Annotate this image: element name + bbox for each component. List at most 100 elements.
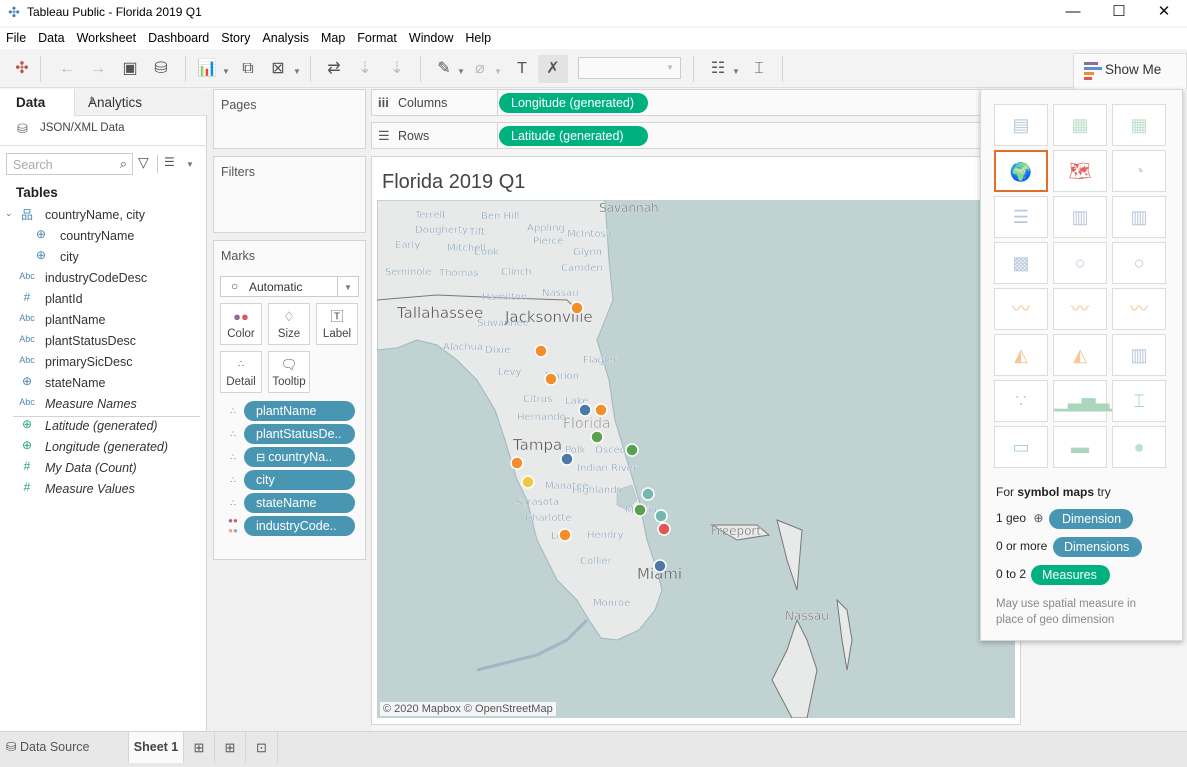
show-me-packed-bubbles[interactable]: ● bbox=[1112, 426, 1166, 468]
field-plantName[interactable]: Abc plantName bbox=[0, 310, 207, 331]
menu-story[interactable]: Story bbox=[215, 28, 256, 45]
filter-icon[interactable]: ▽ bbox=[138, 154, 149, 171]
new-worksheet-icon[interactable]: 📊 bbox=[195, 58, 219, 80]
field-plantStatusDesc[interactable]: Abc plantStatusDesc bbox=[0, 331, 207, 352]
map-mark-lake-east[interactable] bbox=[594, 403, 608, 417]
detail-icon[interactable]: ∴ bbox=[223, 470, 243, 490]
new-worksheet-tab-icon[interactable]: ⊞ bbox=[184, 732, 215, 763]
map-attribution[interactable]: © 2020 Mapbox © OpenStreetMap bbox=[380, 702, 556, 716]
map-canvas[interactable]: SavannahTerrell Ben HillApplingDougherty T… bbox=[377, 200, 1015, 718]
menu-file[interactable]: File bbox=[0, 28, 32, 45]
color-button[interactable]: ●● Color bbox=[220, 303, 262, 345]
show-me-treemap[interactable]: ▩ bbox=[994, 242, 1048, 284]
size-button[interactable]: ♢ Size bbox=[268, 303, 310, 345]
highlight-dropdown-icon[interactable]: ▼ bbox=[457, 67, 465, 76]
show-me-lines-discrete[interactable]: 〰 bbox=[1053, 288, 1107, 330]
worksheet-title[interactable]: Florida 2019 Q1 bbox=[382, 171, 525, 194]
menu-map[interactable]: Map bbox=[315, 28, 351, 45]
field-longitude[interactable]: ⊕ Longitude (generated) bbox=[0, 437, 207, 458]
show-me-button[interactable]: Show Me bbox=[1073, 53, 1187, 89]
show-me-stacked-bars[interactable]: ▥ bbox=[1053, 196, 1107, 238]
map-mark-alachua[interactable] bbox=[534, 344, 548, 358]
field-plantId[interactable]: # plantId bbox=[0, 289, 207, 310]
menu-worksheet[interactable]: Worksheet bbox=[71, 28, 143, 45]
minimize-button[interactable]: — bbox=[1050, 0, 1096, 26]
menu-dashboard[interactable]: Dashboard bbox=[142, 28, 215, 45]
collapse-icon[interactable]: ⊟ bbox=[256, 452, 268, 464]
new-dashboard-tab-icon[interactable]: ⊞ bbox=[215, 732, 246, 763]
show-me-horizontal-bars[interactable]: ☰ bbox=[994, 196, 1048, 238]
columns-pill-longitude[interactable]: Longitude (generated) bbox=[499, 93, 648, 113]
field-stateName[interactable]: ⊕ stateName bbox=[0, 373, 207, 394]
show-me-heat-map[interactable]: ▦ bbox=[1053, 104, 1107, 146]
detail-button[interactable]: ∴ Detail bbox=[220, 351, 262, 393]
mark-type-dropdown[interactable]: ○ Automatic ▼ bbox=[220, 276, 359, 297]
map-mark-martin[interactable] bbox=[633, 503, 647, 517]
show-me-dual-lines[interactable]: 〰 bbox=[1112, 288, 1166, 330]
map-mark-pinellas[interactable] bbox=[510, 456, 524, 470]
field-measure-names[interactable]: Abc Measure Names bbox=[0, 394, 207, 415]
map-mark-lee[interactable] bbox=[558, 528, 572, 542]
redo-icon[interactable]: → bbox=[86, 58, 110, 80]
field-hierarchy[interactable]: ⌄ 品 countryName, city bbox=[0, 205, 207, 226]
map-mark-orange[interactable] bbox=[590, 430, 604, 444]
menu-window[interactable]: Window bbox=[403, 28, 459, 45]
map-view[interactable]: Savannah Terrell Ben Hill Appling Dougherty T… bbox=[377, 200, 1015, 718]
show-me-text-table[interactable]: ▤ bbox=[994, 104, 1048, 146]
highlight-icon[interactable]: ✎ bbox=[432, 58, 456, 80]
mark-pill-plantStatusDesc[interactable]: plantStatusDe.. bbox=[244, 424, 355, 444]
map-mark-st-lucie[interactable] bbox=[641, 487, 655, 501]
view-dropdown-icon[interactable]: ▼ bbox=[186, 160, 194, 169]
map-mark-manatee[interactable] bbox=[521, 475, 535, 489]
tab-sheet-1[interactable]: Sheet 1 bbox=[128, 732, 184, 763]
show-me-area-discrete[interactable]: ◭ bbox=[1053, 334, 1107, 376]
tooltip-button[interactable]: 🗨 Tooltip bbox=[268, 351, 310, 393]
new-worksheet-dropdown-icon[interactable]: ▼ bbox=[222, 67, 230, 76]
attach-dropdown-icon[interactable]: ▼ bbox=[494, 67, 502, 76]
show-cards-icon[interactable]: ☷ bbox=[706, 58, 730, 80]
menu-analysis[interactable]: Analysis bbox=[256, 28, 315, 45]
pages-card[interactable]: Pages bbox=[213, 89, 366, 149]
tableau-home-icon[interactable]: ✣ bbox=[10, 58, 34, 80]
duplicate-sheet-icon[interactable]: ⧉ bbox=[236, 58, 260, 80]
fit-dropdown[interactable]: ▼ bbox=[578, 57, 681, 79]
close-button[interactable]: ✕ bbox=[1141, 0, 1187, 26]
chevron-down-icon[interactable]: ⌄ bbox=[5, 208, 13, 219]
sort-ascending-icon[interactable]: ⇣ bbox=[353, 58, 377, 80]
filters-card[interactable]: Filters bbox=[213, 156, 366, 233]
map-mark-marion[interactable] bbox=[544, 372, 558, 386]
map-mark-palm-beach-n[interactable] bbox=[654, 509, 668, 523]
view-list-icon[interactable]: ☰ bbox=[164, 155, 175, 169]
show-me-box-and-whisker[interactable]: ⌶ bbox=[1112, 380, 1166, 422]
show-me-gantt-chart[interactable]: ▭ bbox=[994, 426, 1048, 468]
map-mark-lake[interactable] bbox=[578, 403, 592, 417]
sort-descending-icon[interactable]: ⇣ bbox=[385, 58, 409, 80]
maximize-button[interactable]: ☐ bbox=[1096, 0, 1142, 26]
map-mark-polk[interactable] bbox=[560, 452, 574, 466]
map-mark-brevard[interactable] bbox=[625, 443, 639, 457]
show-me-pie-chart[interactable]: ◔ bbox=[1112, 150, 1166, 192]
field-countryName[interactable]: ⊕ countryName bbox=[0, 226, 207, 247]
label-button[interactable]: 🅃 Label bbox=[316, 303, 358, 345]
swap-rows-columns-icon[interactable]: ⇄ bbox=[322, 58, 346, 80]
show-me-filled-map[interactable]: 🗺 bbox=[1053, 150, 1107, 192]
data-source-tab[interactable]: ⛁ Data Source bbox=[0, 732, 128, 763]
rows-shelf[interactable]: ☰ Rows Latitude (generated) bbox=[371, 122, 983, 149]
show-me-histogram[interactable]: ▁▃▅▃▁ bbox=[1053, 380, 1123, 422]
color-icon[interactable]: ●● ●● bbox=[223, 516, 243, 536]
attach-icon[interactable]: ⌀ bbox=[468, 58, 492, 80]
tab-data[interactable]: Data bbox=[16, 95, 45, 110]
clear-sheet-dropdown-icon[interactable]: ▼ bbox=[293, 67, 301, 76]
show-labels-icon[interactable]: T bbox=[510, 58, 534, 80]
detail-icon[interactable]: ∴ bbox=[223, 401, 243, 421]
new-data-source-icon[interactable]: ⛁ bbox=[149, 58, 173, 80]
undo-icon[interactable]: ← bbox=[55, 58, 79, 80]
field-city[interactable]: ⊕ city bbox=[0, 247, 207, 268]
presentation-mode-icon[interactable]: ⌶ bbox=[747, 58, 771, 80]
show-me-highlight-table[interactable]: ▦ bbox=[1112, 104, 1166, 146]
show-me-dual-combination[interactable]: ▥ bbox=[1112, 334, 1166, 376]
show-me-side-by-side-circles[interactable]: ○ bbox=[1112, 242, 1166, 284]
detail-icon[interactable]: ∴ bbox=[223, 424, 243, 444]
menu-data[interactable]: Data bbox=[32, 28, 70, 45]
field-my-data-count[interactable]: # My Data (Count) bbox=[0, 458, 207, 479]
